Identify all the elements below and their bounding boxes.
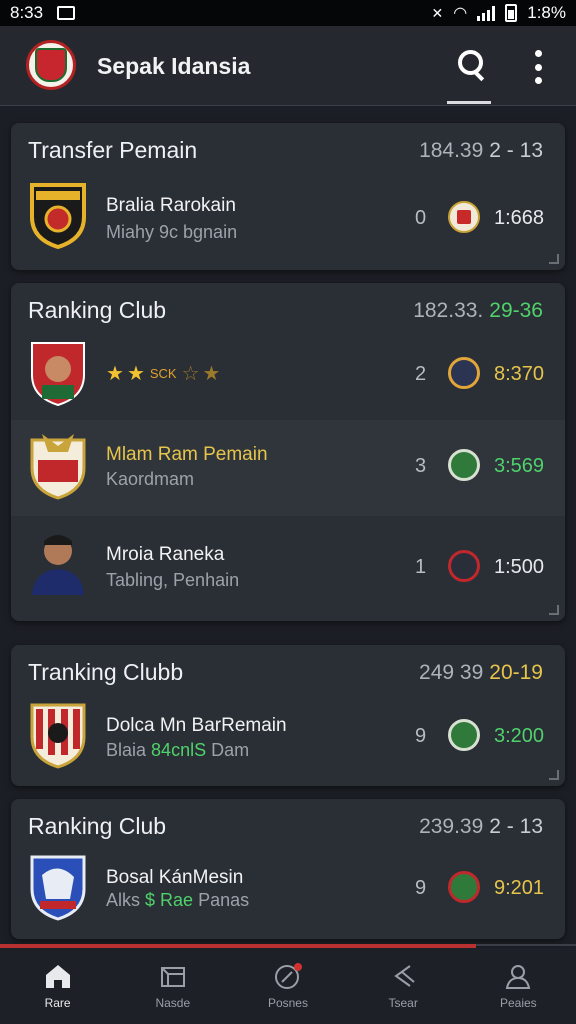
profile-icon — [506, 965, 531, 989]
card-transfer[interactable]: Transfer Pemain 184.39 2 - 13 Bralia Raro… — [11, 123, 565, 270]
club-badge-icon — [448, 871, 480, 903]
score-value: 3:200 — [494, 725, 545, 747]
list-item[interactable]: Mlam Ram Pemain Kaordmam 3 3:569 — [11, 420, 565, 516]
rating-stars: ★ ★ SCK ☆ ★ — [106, 361, 220, 386]
list-item[interactable]: Mroia Raneka Tabling, Penhain 1 1:500 — [11, 519, 565, 615]
more-options-button[interactable] — [528, 50, 548, 84]
rank-value: 2 — [415, 363, 427, 385]
player-subtitle: Kaordmam — [106, 469, 195, 489]
nav-label: Rare — [44, 996, 71, 1010]
player-name: Bosal KánMesin — [106, 867, 244, 888]
club-crest — [31, 342, 85, 407]
player-name: Bralia Rarokain — [106, 195, 236, 216]
search-active-indicator — [447, 101, 491, 104]
player-subtitle: Alks $ Rae Panas — [106, 890, 250, 910]
nav-label: Nasde — [155, 996, 191, 1010]
nav-item-peaies[interactable]: Peaies — [463, 962, 573, 1010]
status-bar: 8:33 ✕ ◠ 1:8% — [0, 0, 576, 26]
share-icon — [394, 965, 415, 987]
rank-value: 3 — [415, 455, 427, 477]
player-avatar — [32, 535, 84, 595]
club-badge-icon — [448, 201, 480, 233]
rank-value: 9 — [415, 877, 427, 899]
list-item[interactable]: Dolca Mn BarRemain Blaia 84cnlS Dam 9 3:… — [11, 699, 565, 779]
club-badge-icon — [448, 449, 480, 481]
nav-label: Posnes — [267, 996, 308, 1010]
star-outline-icon: ☆ — [181, 363, 200, 385]
rating-label: SCK — [149, 366, 177, 381]
star-icon: ★ — [106, 363, 124, 385]
card-ranking[interactable]: Ranking Club 182.33. 29-36 ★ ★ SCK ☆ ★ 2 8:… — [11, 283, 565, 621]
nav-item-tsear[interactable]: Tsear — [348, 962, 458, 1010]
search-button[interactable] — [453, 46, 493, 86]
card-meta: 184.39 2 - 13 — [419, 139, 543, 162]
rank-value: 1 — [415, 556, 427, 578]
image-notification-icon — [57, 6, 76, 20]
card-meta: 182.33. 29-36 — [413, 299, 543, 322]
card-meta: 239.39 2 - 13 — [419, 815, 543, 838]
card-meta: 249 39 20-19 — [419, 661, 543, 684]
nav-item-nasde[interactable]: Nasde — [118, 962, 228, 1010]
player-name: Mlam Ram Pemain — [106, 444, 268, 465]
club-badge-icon — [448, 719, 480, 751]
club-crest — [30, 183, 86, 249]
club-crest — [30, 703, 86, 769]
app-title: Sepak Idansia — [97, 53, 251, 79]
card-title: Tranking Clubb — [28, 659, 184, 685]
notification-icon — [274, 963, 302, 989]
player-subtitle: Blaia 84cnlS Dam — [106, 740, 250, 760]
player-subtitle: Miahy 9c bgnain — [106, 222, 238, 242]
more-vert-icon — [534, 50, 542, 57]
card-title: Transfer Pemain — [28, 137, 198, 163]
battery-text: 1:8% — [527, 3, 566, 22]
resize-handle-icon — [549, 605, 559, 615]
club-badge-icon — [448, 550, 480, 582]
club-crest — [30, 434, 86, 500]
rank-value: 9 — [415, 725, 427, 747]
list-item[interactable]: ★ ★ SCK ☆ ★ 2 8:370 — [11, 337, 565, 417]
star-icon: ★ — [126, 363, 145, 385]
player-subtitle: Tabling, Penhain — [106, 570, 240, 590]
app-bar: Sepak Idansia — [0, 26, 576, 106]
app-logo — [26, 40, 76, 90]
card-ranking-2[interactable]: Ranking Club 239.39 2 - 13 Bosal KánMesin… — [11, 799, 565, 939]
club-crest — [30, 855, 86, 921]
signal-icon — [477, 5, 496, 21]
mute-icon: ✕ — [431, 4, 444, 21]
score-value: 1:500 — [494, 556, 545, 578]
score-value: 3:569 — [494, 455, 545, 477]
box-icon — [160, 967, 185, 987]
nav-item-posnes[interactable]: Posnes — [233, 962, 343, 1010]
score-value: 9:201 — [494, 877, 545, 899]
list-item[interactable]: Bralia Rarokain Miahy 9c bgnain 0 1:668 — [11, 179, 565, 259]
list-item[interactable]: Bosal KánMesin Alks $ Rae Panas 9 9:201 — [11, 851, 565, 931]
player-name: Dolca Mn BarRemain — [106, 715, 287, 736]
home-icon — [45, 965, 70, 988]
score-value: 8:370 — [494, 363, 545, 385]
resize-handle-icon — [549, 770, 559, 780]
club-badge-icon — [448, 357, 480, 389]
card-title: Ranking Club — [28, 813, 167, 839]
battery-icon — [505, 4, 518, 22]
nav-label: Tsear — [388, 996, 418, 1010]
wifi-icon: ◠ — [453, 5, 468, 22]
nav-label: Peaies — [499, 996, 537, 1010]
score-value: 1:668 — [494, 207, 545, 229]
resize-handle-icon — [549, 254, 559, 264]
rank-value: 0 — [415, 207, 427, 229]
status-time: 8:33 — [10, 3, 44, 22]
bottom-navigation: Rare Nasde Posnes Tsear Peaies — [0, 948, 576, 1024]
card-title: Ranking Club — [28, 297, 167, 323]
player-name: Mroia Raneka — [106, 544, 225, 565]
star-icon: ★ — [202, 363, 221, 385]
card-tranking[interactable]: Tranking Clubb 249 39 20-19 Dolca Mn BarR… — [11, 645, 565, 786]
nav-item-home[interactable]: Rare — [3, 962, 113, 1010]
